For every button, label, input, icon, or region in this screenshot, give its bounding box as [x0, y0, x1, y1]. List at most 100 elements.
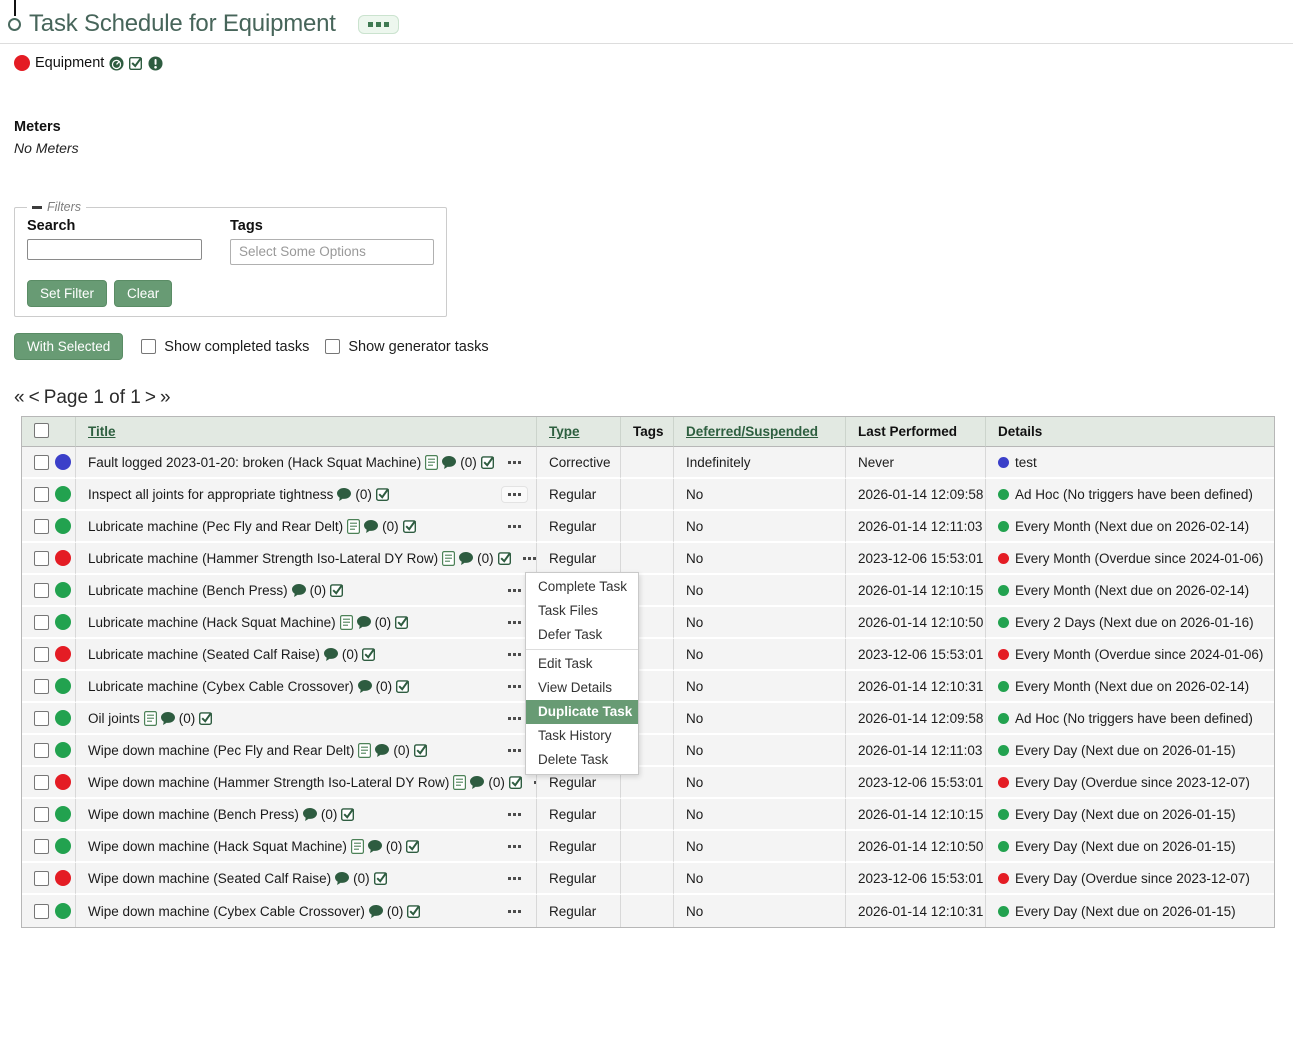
row-select-checkbox[interactable] [34, 455, 49, 470]
row-actions-menu-button[interactable] [501, 518, 528, 535]
select-all-checkbox[interactable] [34, 423, 49, 438]
row-select-checkbox[interactable] [34, 807, 49, 822]
file-icon[interactable] [358, 743, 371, 758]
task-title[interactable]: Inspect all joints for appropriate tight… [88, 487, 333, 502]
task-title[interactable]: Oil joints [88, 711, 140, 726]
task-title[interactable]: Wipe down machine (Hack Squat Machine) [88, 839, 347, 854]
comment-icon[interactable] [459, 552, 473, 565]
row-select-checkbox[interactable] [34, 871, 49, 886]
comment-icon[interactable] [369, 905, 383, 918]
prev-page-button[interactable]: < [29, 387, 40, 409]
row-actions-menu-button[interactable] [501, 838, 528, 855]
show-generator-checkbox[interactable] [325, 339, 340, 354]
assigned-check-icon[interactable] [403, 519, 417, 533]
file-icon[interactable] [453, 775, 466, 790]
assigned-check-icon[interactable] [396, 679, 410, 693]
row-actions-menu-button[interactable] [501, 582, 528, 599]
row-actions-menu-button[interactable] [501, 678, 528, 695]
comment-icon[interactable] [470, 776, 484, 789]
comment-icon[interactable] [368, 840, 382, 853]
comment-icon[interactable] [357, 616, 371, 629]
task-title[interactable]: Lubricate machine (Seated Calf Raise) [88, 647, 320, 662]
search-input[interactable] [27, 239, 202, 260]
task-title[interactable]: Lubricate machine (Pec Fly and Rear Delt… [88, 519, 343, 534]
file-icon[interactable] [425, 455, 438, 470]
row-actions-menu-button[interactable] [501, 646, 528, 663]
row-select-checkbox[interactable] [34, 743, 49, 758]
row-select-checkbox[interactable] [34, 904, 49, 919]
task-title[interactable]: Wipe down machine (Pec Fly and Rear Delt… [88, 743, 354, 758]
checkbox-checked-icon[interactable] [129, 56, 143, 70]
row-actions-menu-button[interactable] [501, 903, 528, 920]
tags-select[interactable]: Select Some Options [230, 239, 434, 265]
row-select-checkbox[interactable] [34, 775, 49, 790]
row-actions-menu-button[interactable] [501, 742, 528, 759]
column-header-type[interactable]: Type [537, 417, 621, 447]
task-title[interactable]: Wipe down machine (Hammer Strength Iso-L… [88, 775, 449, 790]
clear-filter-button[interactable]: Clear [114, 280, 172, 307]
menu-item-duplicate-task[interactable]: Duplicate Task [526, 700, 638, 724]
assigned-check-icon[interactable] [376, 487, 390, 501]
assigned-check-icon[interactable] [199, 711, 213, 725]
file-icon[interactable] [347, 519, 360, 534]
task-title[interactable]: Lubricate machine (Bench Press) [88, 583, 288, 598]
assigned-check-icon[interactable] [407, 904, 421, 918]
gauge-icon[interactable] [109, 56, 124, 71]
column-header-title[interactable]: Title [76, 417, 537, 447]
comment-icon[interactable] [324, 648, 338, 661]
menu-item-edit-task[interactable]: Edit Task [526, 652, 638, 676]
task-title[interactable]: Wipe down machine (Cybex Cable Crossover… [88, 904, 365, 919]
row-select-checkbox[interactable] [34, 487, 49, 502]
title-menu-button[interactable] [358, 15, 399, 34]
menu-item-complete-task[interactable]: Complete Task [526, 575, 638, 599]
comment-icon[interactable] [335, 872, 349, 885]
comment-icon[interactable] [303, 808, 317, 821]
row-actions-menu-button[interactable] [501, 870, 528, 887]
task-title[interactable]: Lubricate machine (Hammer Strength Iso-L… [88, 551, 438, 566]
set-filter-button[interactable]: Set Filter [27, 280, 107, 307]
assigned-check-icon[interactable] [374, 871, 388, 885]
assigned-check-icon[interactable] [341, 807, 355, 821]
assigned-check-icon[interactable] [509, 775, 523, 789]
assigned-check-icon[interactable] [395, 615, 409, 629]
row-actions-menu-button[interactable] [501, 710, 528, 727]
assigned-check-icon[interactable] [498, 551, 512, 565]
comment-icon[interactable] [358, 680, 372, 693]
file-icon[interactable] [351, 839, 364, 854]
menu-item-view-details[interactable]: View Details [526, 676, 638, 700]
row-select-checkbox[interactable] [34, 551, 49, 566]
comment-icon[interactable] [442, 456, 456, 469]
first-page-button[interactable]: « [14, 387, 25, 409]
menu-item-task-history[interactable]: Task History [526, 724, 638, 748]
menu-item-task-files[interactable]: Task Files [526, 599, 638, 623]
row-select-checkbox[interactable] [34, 679, 49, 694]
task-title[interactable]: Fault logged 2023-01-20: broken (Hack Sq… [88, 455, 421, 470]
task-title[interactable]: Wipe down machine (Seated Calf Raise) [88, 871, 331, 886]
comment-icon[interactable] [161, 712, 175, 725]
row-actions-menu-button[interactable] [516, 550, 537, 567]
row-select-checkbox[interactable] [34, 519, 49, 534]
with-selected-button[interactable]: With Selected [14, 333, 123, 360]
row-select-checkbox[interactable] [34, 711, 49, 726]
collapse-filters-icon[interactable] [32, 206, 42, 209]
row-actions-menu-button[interactable] [501, 806, 528, 823]
last-page-button[interactable]: » [160, 387, 171, 409]
comment-icon[interactable] [292, 584, 306, 597]
show-completed-checkbox[interactable] [141, 339, 156, 354]
row-select-checkbox[interactable] [34, 839, 49, 854]
column-header-deferred-suspended[interactable]: Deferred/Suspended [674, 417, 846, 447]
next-page-button[interactable]: > [145, 387, 156, 409]
comment-icon[interactable] [364, 520, 378, 533]
file-icon[interactable] [442, 551, 455, 566]
row-select-checkbox[interactable] [34, 583, 49, 598]
task-title[interactable]: Lubricate machine (Hack Squat Machine) [88, 615, 336, 630]
comment-icon[interactable] [375, 744, 389, 757]
task-title[interactable]: Lubricate machine (Cybex Cable Crossover… [88, 679, 354, 694]
row-actions-menu-button[interactable] [501, 486, 528, 503]
row-actions-menu-button[interactable] [527, 774, 537, 791]
assigned-check-icon[interactable] [481, 455, 495, 469]
alert-icon[interactable] [148, 56, 163, 71]
file-icon[interactable] [144, 711, 157, 726]
row-actions-menu-button[interactable] [501, 454, 528, 471]
row-select-checkbox[interactable] [34, 647, 49, 662]
